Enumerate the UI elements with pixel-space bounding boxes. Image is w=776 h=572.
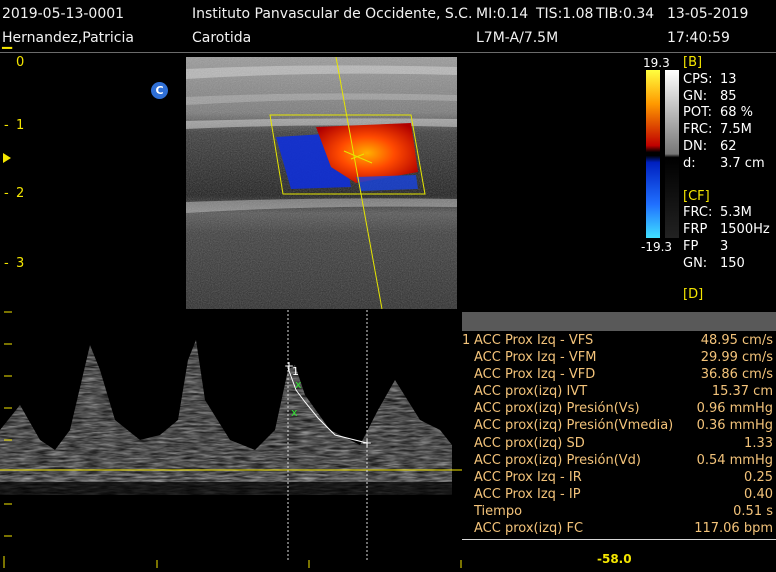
measurement-label: ACC Prox Izq - VFS (474, 333, 594, 348)
measurement-label: Tiempo (474, 503, 523, 519)
measurement-row[interactable]: Tiempo 0.51 s (462, 504, 776, 521)
measurement-label: ACC prox(izq) Presión(Vmedia) (474, 418, 674, 434)
measurement-value: 1.33 (744, 435, 773, 451)
measurements-panel: 1 ACC Prox Izq - VFS 48.95 cm/s ACC Prox I… (462, 312, 776, 538)
param-key: GN: (683, 255, 708, 271)
b-params-title: [B] (683, 55, 703, 70)
measurement-row[interactable]: ACC Prox Izq - IR 0.25 (462, 470, 776, 487)
measurement-label: ACC prox(izq) SD (474, 435, 585, 451)
measurement-value: 36.86 cm/s (700, 367, 773, 383)
bmode-image-svg (186, 57, 457, 309)
svg-text:x: x (295, 378, 302, 391)
mode-badge: C (151, 82, 168, 99)
doppler-scale-value: -58.0 (597, 552, 632, 566)
param-value: 3.7 cm (720, 155, 765, 171)
measurement-value: 48.95 cm/s (700, 333, 773, 348)
measurement-value: 0.40 (744, 486, 773, 502)
param-value: 150 (720, 255, 745, 271)
measurement-row[interactable]: ACC prox(izq) Presión(Vd) 0.54 mmHg (462, 453, 776, 470)
param-key: DN: (683, 138, 708, 154)
exam-type: Carotida (192, 30, 252, 46)
measurement-value: 0.36 mmHg (696, 418, 773, 434)
colorbar-max: 19.3 (643, 56, 670, 70)
measurement-index: 1 (462, 333, 471, 348)
param-key: POT: (683, 105, 712, 121)
param-value: 1500Hz (720, 222, 770, 238)
param-key: FRC: (683, 205, 713, 221)
svg-text:x: x (291, 406, 298, 419)
param-value: 3 (720, 238, 729, 254)
grayscale-bar (665, 70, 679, 238)
measurement-label: ACC prox(izq) IVT (474, 384, 588, 400)
param-value: 85 (720, 88, 737, 104)
color-velocity-bar (646, 70, 660, 238)
measurement-row[interactable]: ACC Prox Izq - VFD 36.86 cm/s (462, 367, 776, 384)
measurements-header-band (462, 312, 776, 331)
measurement-value: 117.06 bpm (694, 521, 773, 537)
measurement-label: ACC Prox Izq - VFD (474, 367, 596, 383)
param-key: d: (683, 155, 696, 171)
depth-label-0: 0 (16, 55, 25, 70)
depth-label-3: 3 (16, 256, 25, 271)
parameters-panel: [B] CPS: 13 GN: 85 POT: 68 % FRC: 7.5M DN: 62… (683, 55, 776, 303)
measurement-row[interactable]: ACC Prox Izq - VFM 29.99 cm/s (462, 350, 776, 367)
tis-value: TIS:1.08 (536, 6, 594, 22)
param-key: FRP (683, 222, 708, 238)
doppler-cursor-label: 1 (292, 365, 299, 378)
exam-date: 13-05-2019 (667, 6, 749, 22)
mi-value: MI:0.14 (476, 6, 529, 22)
cf-params-title: [CF] (683, 188, 710, 204)
measurement-row[interactable]: 1 ACC Prox Izq - VFS 48.95 cm/s (462, 333, 776, 350)
param-key: GN: (683, 88, 708, 104)
exam-time: 17:40:59 (667, 30, 730, 46)
doppler-spectrum-svg: + 1 x x + (0, 310, 462, 568)
tib-value: TIB:0.34 (596, 6, 655, 22)
svg-text:+: + (362, 436, 372, 450)
measurement-row[interactable]: ACC prox(izq) Presión(Vmedia) 0.36 mmHg (462, 418, 776, 435)
institution-name: Instituto Panvascular de Occidente, S.C. (192, 6, 473, 22)
depth-label-2: 2 (16, 186, 25, 201)
param-value: 68 % (720, 105, 754, 121)
param-key: CPS: (683, 71, 713, 87)
measurement-row[interactable]: ACC prox(izq) SD 1.33 (462, 436, 776, 453)
measurement-value: 0.96 mmHg (696, 401, 773, 417)
d-params-title: [D] (683, 286, 704, 302)
measurement-label: ACC Prox Izq - IP (474, 486, 581, 502)
depth-label-1: 1 (16, 118, 25, 133)
ultrasound-image[interactable] (186, 57, 457, 309)
measurement-value: 15.37 cm (711, 384, 773, 400)
param-value: 7.5M (720, 122, 752, 138)
param-value: 13 (720, 71, 737, 87)
param-value: 5.3M (720, 205, 752, 221)
measurements-bottom-line (462, 539, 776, 540)
measurement-value: 0.25 (744, 469, 773, 485)
measurement-label: ACC Prox Izq - IR (474, 469, 582, 485)
param-key: FRC: (683, 122, 713, 138)
probe-info: L7M-A/7.5M (476, 30, 559, 46)
param-value: 62 (720, 138, 737, 154)
measurement-label: ACC Prox Izq - VFM (474, 350, 597, 366)
focus-marker-icon[interactable] (3, 153, 11, 163)
param-key: FP (683, 238, 699, 254)
measurement-value: 29.99 cm/s (700, 350, 773, 366)
measurement-label: ACC prox(izq) Presión(Vd) (474, 452, 642, 468)
measurement-row[interactable]: ACC prox(izq) Presión(Vs) 0.96 mmHg (462, 401, 776, 418)
measurement-value: 0.51 s (733, 503, 773, 519)
study-id: 2019-05-13-0001 (2, 6, 125, 22)
patient-name: Hernandez,Patricia (2, 30, 134, 46)
measurement-label: ACC prox(izq) Presión(Vs) (474, 401, 640, 417)
header-divider (0, 52, 776, 53)
measurement-row[interactable]: ACC Prox Izq - IP 0.40 (462, 487, 776, 504)
measurement-label: ACC prox(izq) FC (474, 521, 584, 537)
measurement-row[interactable]: ACC prox(izq) IVT 15.37 cm (462, 384, 776, 401)
doppler-spectrum[interactable]: + 1 x x + (0, 310, 462, 568)
colorbar-min: -19.3 (641, 240, 673, 254)
measurement-row[interactable]: ACC prox(izq) FC 117.06 bpm (462, 521, 776, 538)
measurement-value: 0.54 mmHg (696, 452, 773, 468)
